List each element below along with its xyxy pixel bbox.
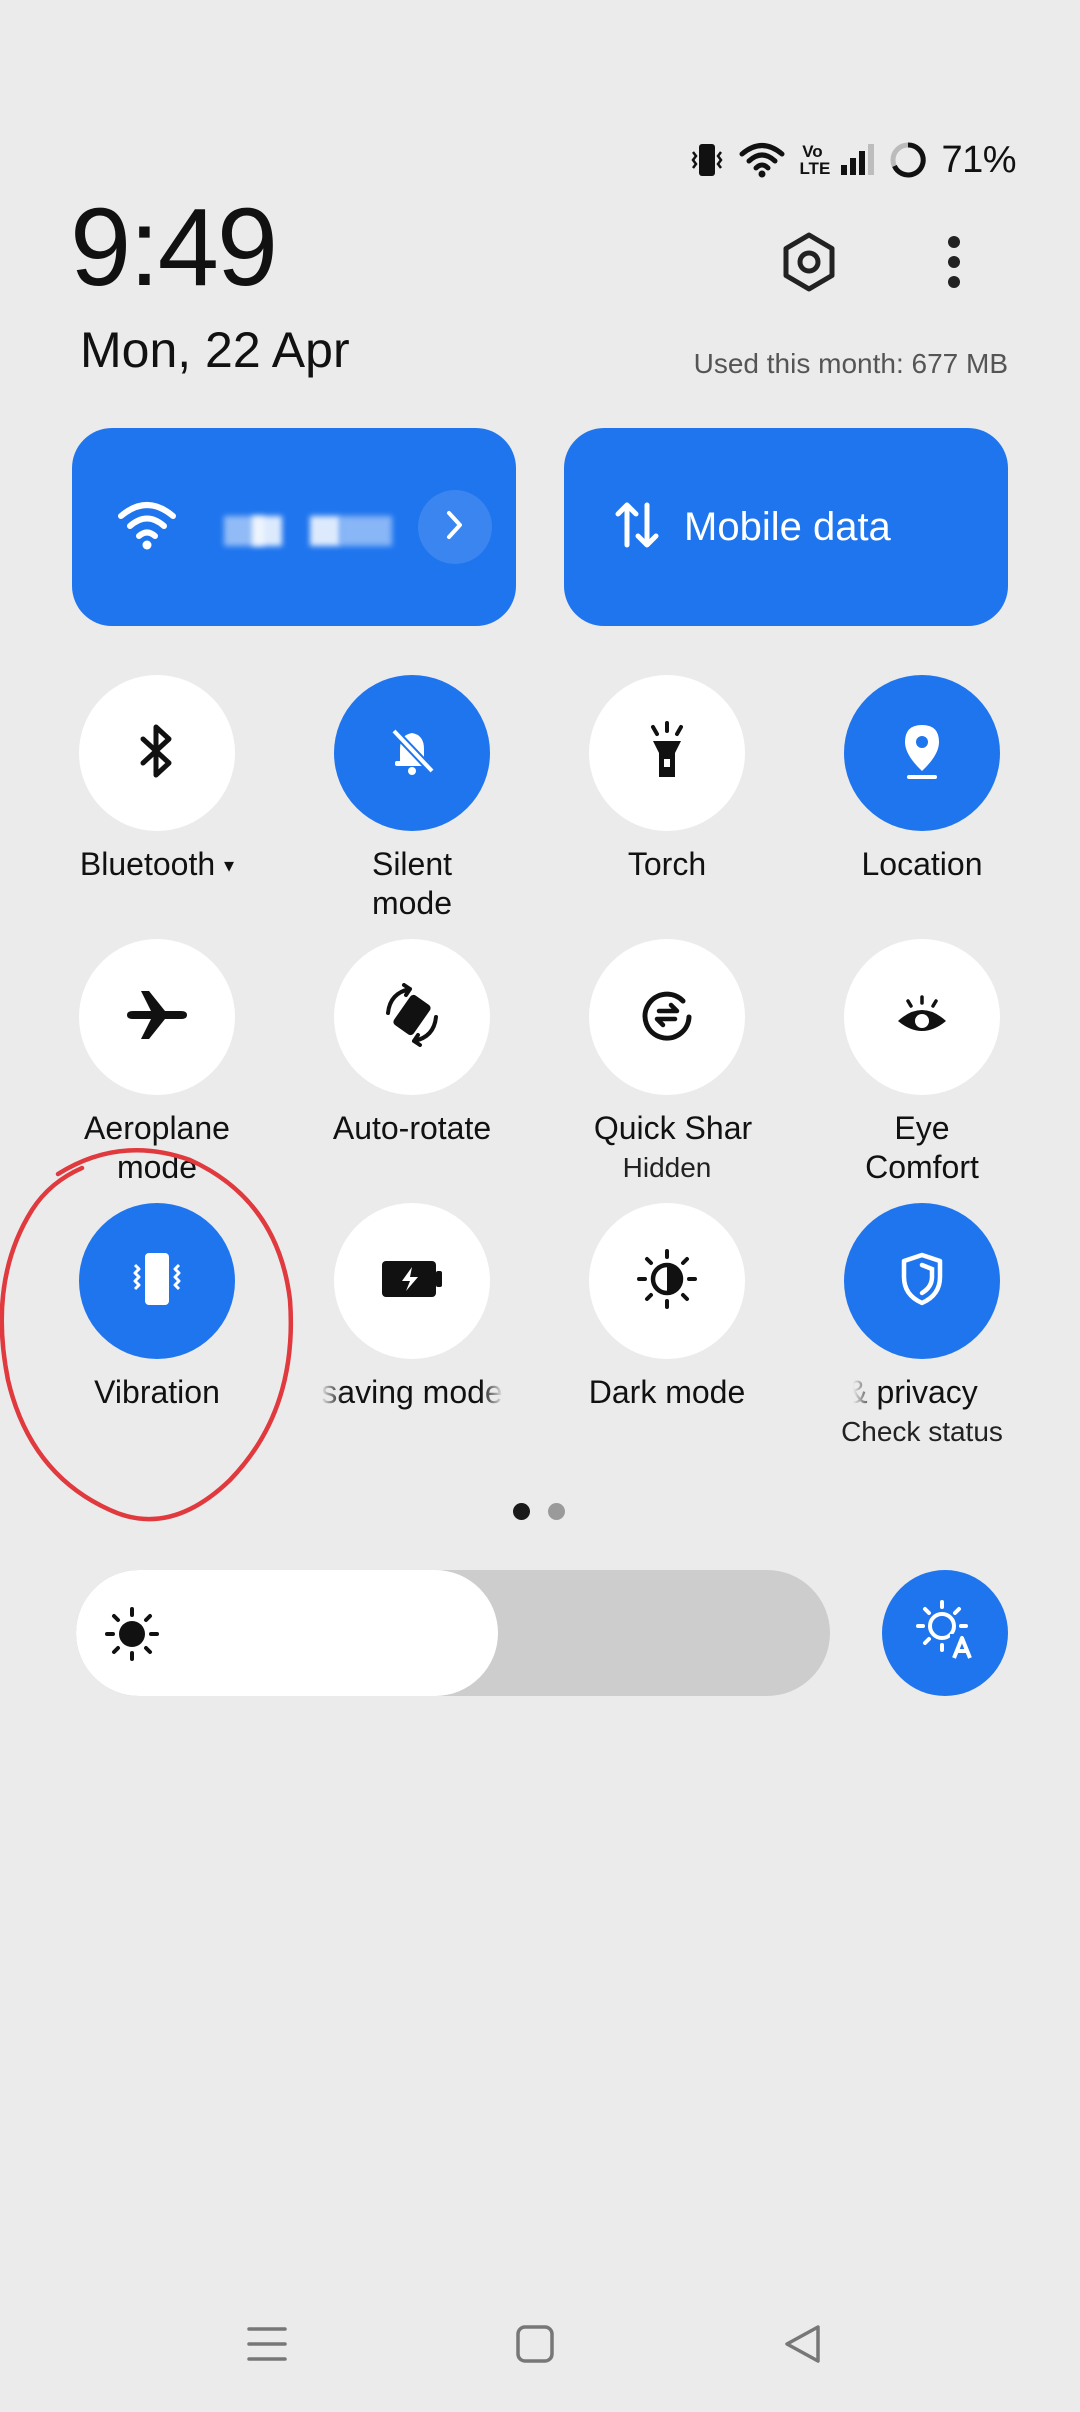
settings-button[interactable] [769,224,849,304]
data-arrows-icon [614,500,660,555]
dropdown-caret-icon[interactable]: ▾ [224,855,234,877]
bluetooth-toggle[interactable] [79,675,235,831]
mobile-data-label: Mobile data [684,504,891,549]
vibration-label: Vibration [94,1374,220,1410]
back-triangle-icon [782,2323,822,2370]
quick-share-icon [637,985,697,1050]
vibration-icon [125,1251,189,1312]
chevron-right-icon [444,509,466,546]
home-square-icon [515,2324,555,2369]
wifi-tile[interactable] [72,428,516,626]
page-dot-2[interactable] [548,1503,565,1520]
aeroplane-mode-toggle[interactable] [79,939,235,1095]
torch-toggle[interactable] [589,675,745,831]
eye-comfort-toggle[interactable] [844,939,1000,1095]
vibrate-icon [689,140,725,180]
network-name-redacted [340,516,392,546]
silent-mode-toggle[interactable] [334,675,490,831]
date[interactable]: Mon, 22 Apr [80,320,350,380]
home-button[interactable] [505,2316,565,2376]
signal-icon [839,143,875,177]
mobile-data-tile[interactable]: Mobile data [564,428,1008,626]
shield-icon [898,1251,946,1312]
dark-mode-toggle[interactable] [589,1203,745,1359]
torch-icon [643,720,691,786]
wifi-icon [117,498,177,557]
network-name-redacted [310,516,340,546]
battery-bolt-icon [380,1259,444,1304]
wifi-details-button[interactable] [418,490,492,564]
quick-share-toggle[interactable] [589,939,745,1095]
location-label: Location [861,846,983,882]
menu-lines-icon [246,2325,288,2368]
auto-brightness-icon [910,1596,980,1671]
airplane-icon [125,989,189,1046]
bluetooth-label: Bluetooth ▾ [79,846,235,882]
clock[interactable]: 9:49 [70,188,278,308]
security-privacy-toggle[interactable] [844,1203,1000,1359]
status-bar: Vo LTE 71% [689,132,1016,188]
brightness-slider[interactable] [76,1570,830,1696]
location-toggle[interactable] [844,675,1000,831]
brightness-sun-icon [104,1606,160,1667]
vibration-toggle[interactable] [79,1203,235,1359]
eye-icon [894,993,950,1042]
dark-mode-label: Dark mode [588,1374,746,1410]
back-button[interactable] [772,2316,832,2376]
battery-saving-label: saving mode [321,1374,503,1410]
more-vert-icon [946,234,962,295]
battery-saving-toggle[interactable] [334,1203,490,1359]
page-dot-1[interactable] [513,1503,530,1520]
aeroplane-mode-label: Aeroplane mode [84,1110,230,1185]
data-usage-text: Used this month: 677 MB [693,348,1008,379]
dark-mode-icon [635,1247,699,1316]
wifi-icon [739,141,785,179]
auto-brightness-button[interactable] [882,1570,1008,1696]
bell-off-icon [382,721,442,786]
recents-button[interactable] [237,2316,297,2376]
network-name-redacted [252,516,282,546]
settings-hex-icon [778,231,840,298]
auto-rotate-label: Auto-rotate [332,1110,492,1146]
quick-share-label: Quick Shar Hidden [593,1110,753,1183]
page-indicator[interactable] [513,1503,565,1520]
battery-ring-icon [889,141,927,179]
location-pin-icon [897,721,947,786]
bluetooth-icon [137,723,177,784]
auto-rotate-toggle[interactable] [334,939,490,1095]
silent-mode-label: Silent mode [371,846,453,921]
eye-comfort-label: Eye Comfort [865,1110,979,1185]
torch-label: Torch [627,846,707,882]
battery-percent: 71% [941,138,1016,181]
security-privacy-label: & privacy Check status [841,1374,1003,1447]
volte-icon: Vo LTE [799,142,831,178]
auto-rotate-icon [380,982,444,1052]
more-options-button[interactable] [914,224,994,304]
